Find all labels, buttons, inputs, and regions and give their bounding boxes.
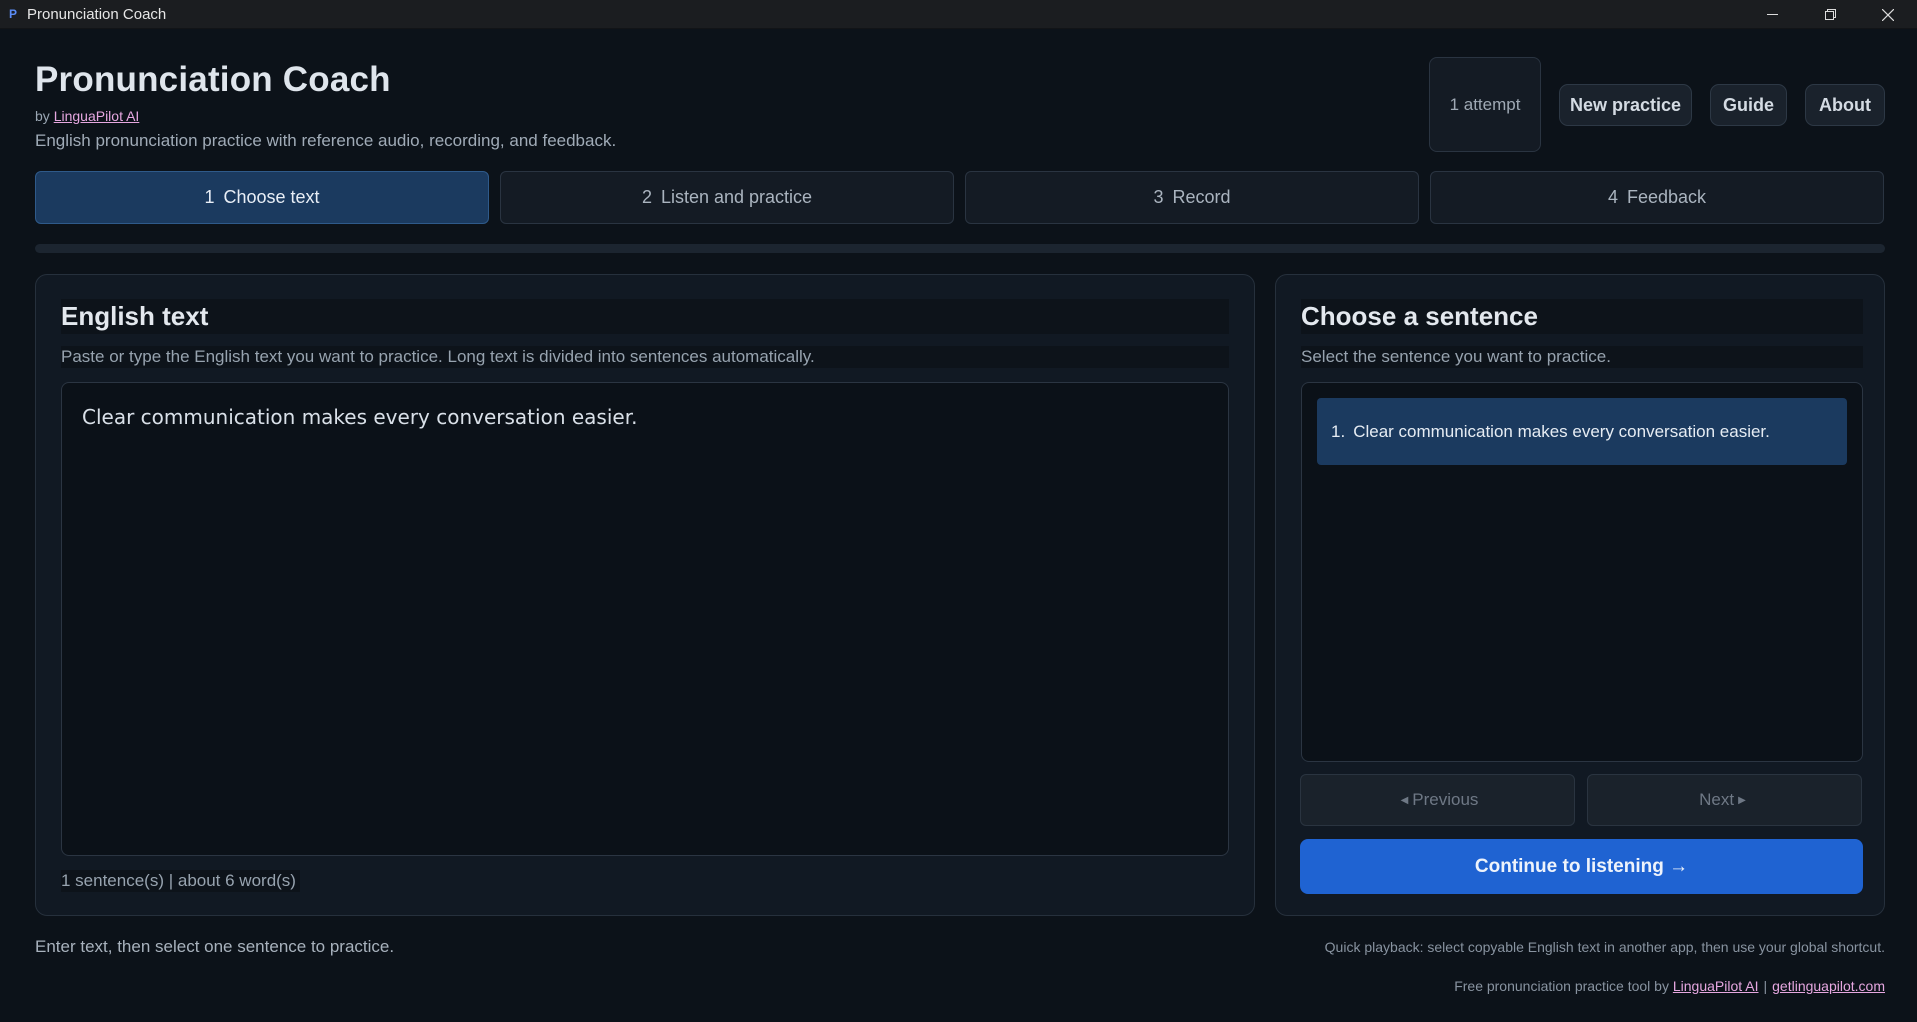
sentence-word-count: 1 sentence(s) | about 6 word(s)	[61, 870, 300, 892]
window-titlebar: P Pronunciation Coach	[0, 0, 1917, 29]
sentence-list: 1. Clear communication makes every conve…	[1301, 382, 1863, 762]
previous-label: Previous	[1412, 790, 1479, 809]
step-label: Choose text	[223, 187, 320, 207]
credit-prefix: Free pronunciation practice tool by	[1454, 978, 1669, 994]
minimize-icon[interactable]	[1743, 0, 1801, 29]
sentence-text: Clear communication makes every conversa…	[1353, 421, 1770, 441]
english-text-input[interactable]: Clear communication makes every conversa…	[61, 382, 1229, 856]
next-label: Next	[1699, 790, 1735, 809]
english-text-panel: English text Paste or type the English t…	[35, 274, 1255, 916]
status-message: Enter text, then select one sentence to …	[35, 937, 395, 956]
step-number: 4	[1607, 187, 1618, 207]
site-link[interactable]: getlinguapilot.com	[1772, 978, 1885, 994]
next-button[interactable]: Next ▶	[1587, 774, 1862, 826]
restore-icon[interactable]	[1801, 0, 1859, 29]
panel-title: Choose a sentence	[1301, 299, 1863, 334]
triangle-right-icon: ▶	[1738, 794, 1746, 806]
window-title: Pronunciation Coach	[27, 5, 167, 23]
step-tab-feedback[interactable]: 4 Feedback	[1430, 171, 1884, 224]
step-number: 1	[204, 187, 215, 207]
app-subtitle: English pronunciation practice with refe…	[35, 131, 617, 150]
step-number: 2	[641, 187, 652, 207]
triangle-left-icon: ◀	[1400, 794, 1409, 806]
credit-link[interactable]: LinguaPilot AI	[1673, 978, 1759, 994]
about-button[interactable]: About	[1805, 84, 1885, 126]
panel-title: English text	[61, 299, 1229, 334]
step-tab-listen[interactable]: 2 Listen and practice	[500, 171, 954, 224]
panel-description: Select the sentence you want to practice…	[1301, 346, 1863, 368]
sentence-item[interactable]: 1. Clear communication makes every conve…	[1317, 398, 1847, 465]
step-number: 3	[1153, 187, 1164, 207]
step-label: Listen and practice	[660, 187, 813, 207]
guide-button[interactable]: Guide	[1710, 84, 1787, 126]
footer-separator: |	[1763, 978, 1768, 994]
continue-to-listening-button[interactable]: Continue to listening →	[1300, 839, 1863, 894]
sentence-index: 1.	[1331, 421, 1346, 441]
quick-playback-hint: Quick playback: select copyable English …	[1324, 939, 1885, 955]
step-tab-record[interactable]: 3 Record	[965, 171, 1419, 224]
panel-description: Paste or type the English text you want …	[61, 346, 1229, 368]
byline-link[interactable]: LinguaPilot AI	[54, 108, 140, 124]
progress-bar	[35, 244, 1885, 253]
new-practice-button[interactable]: New practice	[1559, 84, 1692, 126]
previous-button[interactable]: ◀ Previous	[1300, 774, 1575, 826]
footer-credit: Free pronunciation practice tool by Ling…	[1454, 978, 1885, 994]
app-icon: P	[8, 7, 17, 21]
step-label: Record	[1172, 187, 1231, 207]
attempt-counter: 1 attempt	[1429, 57, 1541, 152]
app-title: Pronunciation Coach	[35, 60, 391, 99]
byline-prefix: by	[35, 108, 50, 124]
close-icon[interactable]	[1859, 0, 1917, 29]
window-controls	[1743, 0, 1917, 29]
byline: by LinguaPilot AI	[35, 108, 139, 124]
step-label: Feedback	[1626, 187, 1707, 207]
choose-sentence-panel: Choose a sentence Select the sentence yo…	[1275, 274, 1885, 916]
step-tab-choose-text[interactable]: 1 Choose text	[35, 171, 489, 224]
